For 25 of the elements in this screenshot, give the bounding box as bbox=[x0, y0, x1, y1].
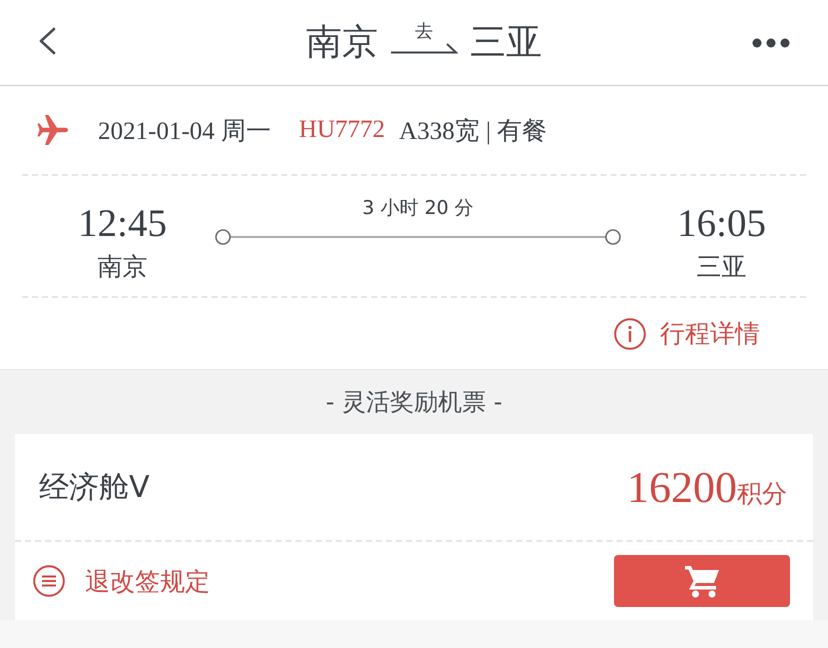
chevron-left-icon bbox=[38, 27, 56, 55]
origin-city: 南京 bbox=[306, 24, 378, 60]
more-dots-icon bbox=[752, 38, 790, 48]
direction-label: 去 bbox=[415, 23, 433, 41]
info-icon bbox=[614, 318, 646, 350]
points-price: 16200积分 bbox=[627, 462, 787, 512]
more-button[interactable] bbox=[752, 38, 790, 48]
flight-date: 2021-01-04 周一 bbox=[98, 116, 271, 146]
section-title: - 灵活奖励机票 - bbox=[324, 387, 504, 418]
cabin-class: 经济舱V bbox=[39, 468, 150, 506]
cart-icon bbox=[685, 564, 719, 598]
departure-city: 南京 bbox=[97, 251, 148, 283]
back-button[interactable] bbox=[38, 27, 56, 55]
departure-time: 12:45 bbox=[78, 203, 167, 245]
airplane-icon bbox=[37, 114, 69, 146]
arrival-time: 16:05 bbox=[677, 203, 766, 245]
arrival-city: 三亚 bbox=[696, 251, 747, 283]
add-to-cart-button[interactable] bbox=[614, 555, 790, 607]
aircraft-meal-info: A338宽 | 有餐 bbox=[399, 116, 548, 146]
list-icon bbox=[33, 565, 65, 597]
destination-city: 三亚 bbox=[470, 24, 542, 60]
change-rules-link[interactable]: 退改签规定 bbox=[33, 564, 210, 598]
flight-duration: 3 小时 20 分 bbox=[362, 196, 474, 220]
itinerary-details-link[interactable]: 行程详情 bbox=[614, 317, 760, 350]
flight-number: HU7772 bbox=[298, 116, 386, 144]
